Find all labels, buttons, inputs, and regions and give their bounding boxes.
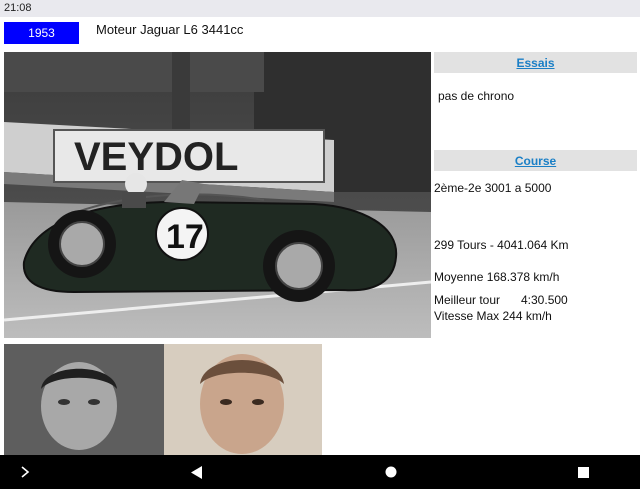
- banner-text: VEYDOL: [74, 135, 238, 179]
- car-number: 17: [166, 218, 204, 256]
- nav-bar: [0, 455, 640, 489]
- essais-header[interactable]: Essais: [434, 52, 637, 73]
- engine-title: Moteur Jaguar L6 3441cc: [96, 22, 244, 37]
- essais-link[interactable]: Essais: [516, 56, 554, 70]
- chevron-right-icon[interactable]: [5, 455, 45, 489]
- status-bar: 21:08: [0, 0, 640, 17]
- course-vitesse-max: Vitesse Max 244 km/h: [434, 309, 552, 323]
- course-link[interactable]: Course: [515, 154, 556, 168]
- year-badge[interactable]: 1953: [4, 22, 79, 44]
- course-meilleur-tour-time: 4:30.500: [521, 293, 568, 307]
- back-icon[interactable]: [177, 455, 217, 489]
- course-tours: 299 Tours - 4041.064 Km: [434, 238, 569, 252]
- essais-text: pas de chrono: [438, 89, 515, 103]
- drivers-photo-illustration: [4, 344, 322, 455]
- course-classement: 2ème-2e 3001 a 5000: [434, 181, 552, 195]
- race-photo: VEYDOL 17: [4, 52, 431, 338]
- status-time: 21:08: [4, 2, 32, 14]
- course-header[interactable]: Course: [434, 150, 637, 171]
- drivers-photo: [4, 344, 322, 455]
- recents-icon[interactable]: [563, 455, 603, 489]
- home-icon[interactable]: [371, 455, 411, 489]
- course-moyenne: Moyenne 168.378 km/h: [434, 270, 560, 284]
- course-meilleur-tour-label: Meilleur tour: [434, 293, 501, 307]
- race-photo-illustration: VEYDOL 17: [4, 52, 431, 338]
